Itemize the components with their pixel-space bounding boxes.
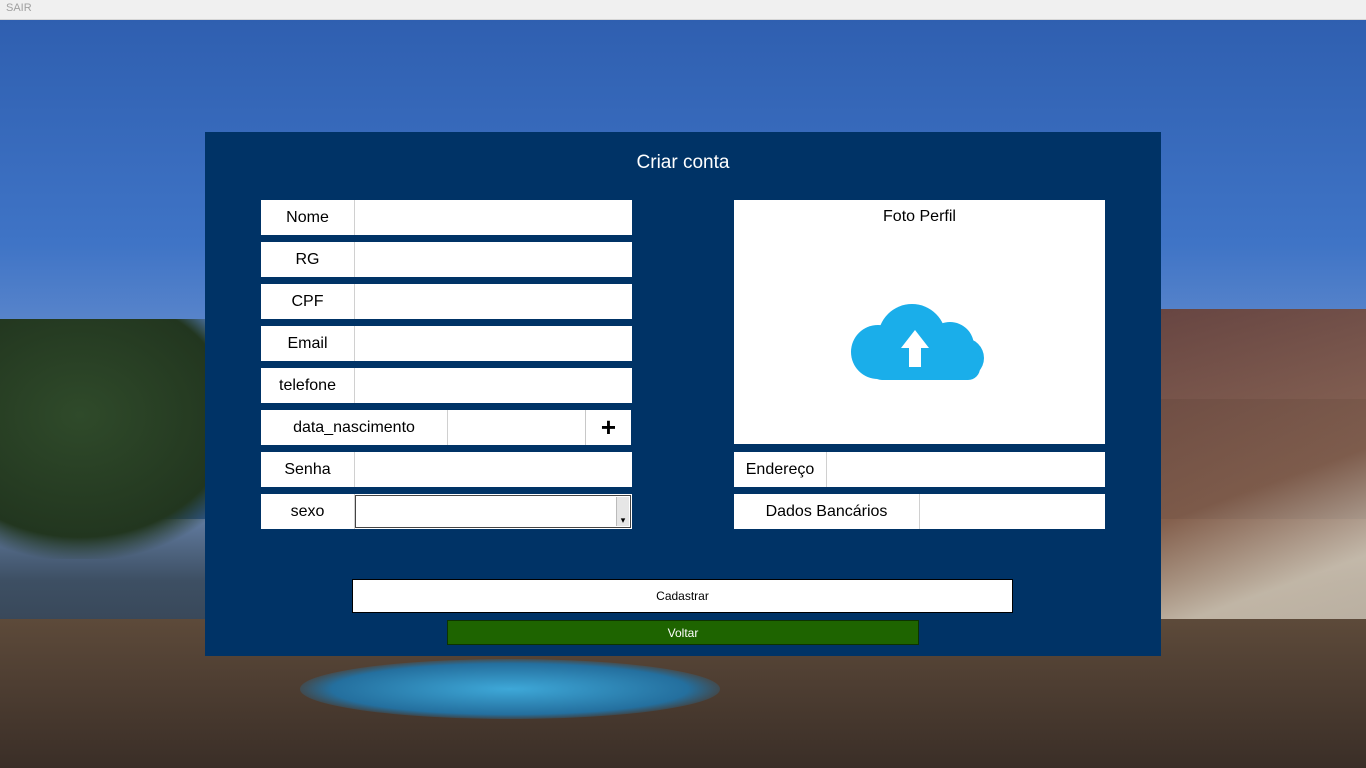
cloud-upload-icon[interactable] [850,304,984,380]
date-picker-button[interactable]: + [585,410,631,445]
endereco-label: Endereço [734,452,827,487]
email-label: Email [261,326,355,361]
email-input[interactable] [355,326,632,361]
endereco-input[interactable] [827,452,1105,487]
voltar-button[interactable]: Voltar [447,620,919,645]
senha-input[interactable] [355,452,632,487]
endereco-row: Endereço [734,452,1105,487]
rg-row: RG [261,242,632,277]
senha-label: Senha [261,452,355,487]
telefone-label: telefone [261,368,355,403]
dados-bancarios-row: Dados Bancários [734,494,1105,529]
rg-input[interactable] [355,242,632,277]
sexo-label: sexo [261,494,355,529]
telefone-input[interactable] [355,368,632,403]
dados-bancarios-input[interactable] [920,494,1105,529]
nome-row: Nome [261,200,632,235]
data-nascimento-row: data_nascimento + [261,410,632,445]
title-bar: SAIR [0,0,1366,20]
rg-label: RG [261,242,355,277]
photo-title: Foto Perfil [883,208,956,225]
cpf-input[interactable] [355,284,632,319]
email-row: Email [261,326,632,361]
create-account-panel: Criar conta Nome RG CPF Email telefone d… [205,132,1161,656]
sexo-select[interactable]: ▾ [355,495,631,528]
sexo-row: sexo ▾ [261,494,632,529]
profile-photo-upload[interactable]: Foto Perfil [734,200,1105,444]
telefone-row: telefone [261,368,632,403]
data-nascimento-label: data_nascimento [261,410,448,445]
chevron-down-icon[interactable]: ▾ [616,497,629,526]
cpf-row: CPF [261,284,632,319]
data-nascimento-input[interactable] [448,410,585,445]
page-title: Criar conta [636,152,730,173]
cpf-label: CPF [261,284,355,319]
cadastrar-button[interactable]: Cadastrar [352,579,1013,613]
dados-bancarios-label: Dados Bancários [734,494,920,529]
nome-input[interactable] [355,200,632,235]
senha-row: Senha [261,452,632,487]
nome-label: Nome [261,200,355,235]
exit-button[interactable]: SAIR [6,2,32,14]
